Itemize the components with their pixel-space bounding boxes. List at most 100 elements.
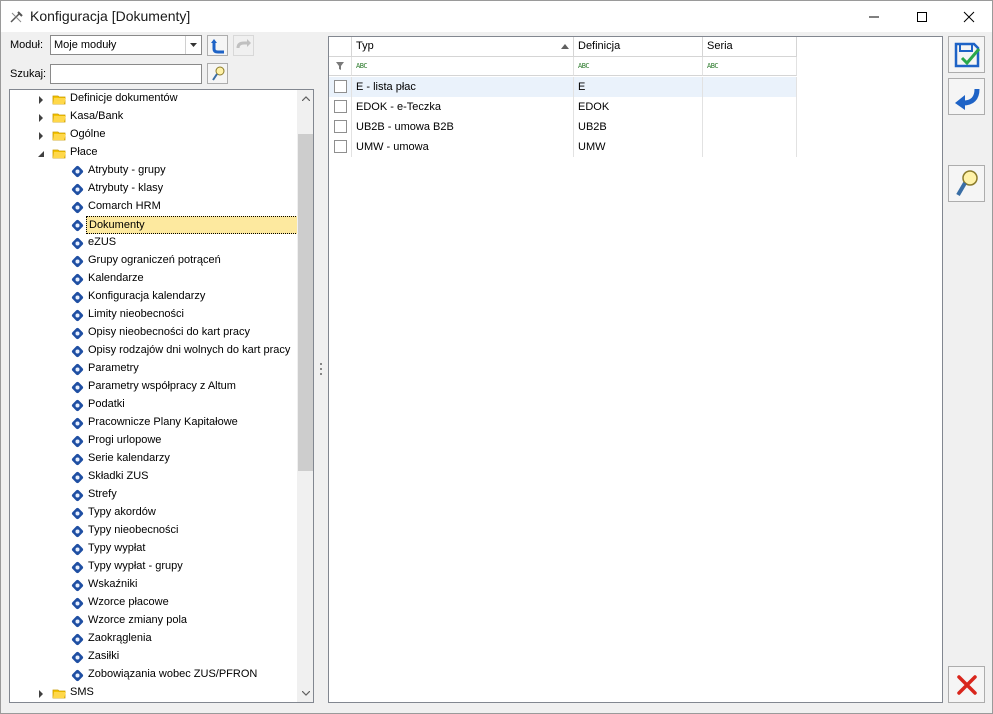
tree-item-label: Comarch HRM (88, 200, 161, 212)
collapsed-triangle-icon[interactable] (37, 689, 45, 698)
filter-cell-seria[interactable]: ABC (703, 57, 797, 76)
tree-item-label: Typy wypłat (88, 542, 146, 554)
chevron-down-icon[interactable] (185, 36, 201, 54)
row-checkbox[interactable] (334, 140, 347, 153)
configuration-tree[interactable]: Definicje dokumentów Kasa/Bank Ogólne Płace… (9, 89, 314, 703)
close-icon (963, 11, 975, 22)
module-select[interactable]: Moje moduły (50, 35, 202, 55)
filter-row-selector[interactable] (329, 57, 352, 76)
tree-item[interactable]: Grupy ograniczeń potrąceń (10, 252, 296, 270)
row-checkbox[interactable] (334, 100, 347, 113)
tree-item[interactable]: Wzorce zmiany pola (10, 612, 296, 630)
tree-item[interactable]: Typy akordów (10, 504, 296, 522)
tree-item[interactable]: Limity nieobecności (10, 306, 296, 324)
config-item-icon (70, 506, 84, 520)
tree-item-selected[interactable]: Dokumenty (10, 216, 298, 234)
tree-item[interactable]: Zasiłki (10, 648, 296, 666)
documents-grid[interactable]: Typ Definicja Seria ABC ABC ABC E - list… (328, 36, 943, 703)
maximize-button[interactable] (899, 1, 945, 32)
save-disk-check-icon (954, 42, 980, 67)
search-field[interactable] (50, 64, 202, 84)
config-item-icon-glyph (71, 633, 84, 646)
config-item-icon (70, 434, 84, 448)
search-button[interactable] (207, 63, 228, 84)
tree-item-label: SMS (70, 686, 94, 698)
close-window-button[interactable] (946, 1, 992, 32)
tree-item-label: Pracownicze Plany Kapitałowe (88, 416, 238, 428)
tree-item[interactable]: Atrybuty - grupy (10, 162, 296, 180)
config-item-icon-glyph (71, 417, 84, 430)
table-row[interactable]: UB2B - umowa B2B UB2B (329, 117, 797, 137)
title-bar[interactable]: Konfiguracja [Dokumenty] (1, 1, 992, 32)
expanded-triangle-icon[interactable] (37, 149, 45, 157)
tree-item[interactable]: Kalendarze (10, 270, 296, 288)
tree-item[interactable]: Parametry współpracy z Altum (10, 378, 296, 396)
tree-scrollbar[interactable] (297, 90, 313, 702)
tree-item[interactable]: Serie kalendarzy (10, 450, 296, 468)
config-item-icon (70, 272, 84, 286)
column-header-typ[interactable]: Typ (352, 37, 574, 57)
tree-item[interactable]: SMS (10, 684, 296, 702)
tree-item[interactable]: Ogólne (10, 126, 296, 144)
folder-icon (52, 686, 66, 700)
tree-item[interactable]: Podatki (10, 396, 296, 414)
collapsed-triangle-icon[interactable] (37, 95, 45, 104)
tree-item[interactable]: Definicje dokumentów (10, 90, 296, 108)
panel-splitter[interactable] (319, 361, 323, 377)
search-tool-button[interactable] (948, 165, 985, 202)
tree-item[interactable]: Zobowiązania wobec ZUS/PFRON (10, 666, 296, 684)
go-back-button[interactable] (207, 35, 228, 56)
tree-item[interactable]: Comarch HRM (10, 198, 296, 216)
config-item-icon (70, 398, 84, 412)
tree-item[interactable]: Kasa/Bank (10, 108, 296, 126)
tree-item[interactable]: Typy wypłat - grupy (10, 558, 296, 576)
row-checkbox[interactable] (334, 120, 347, 133)
tree-item[interactable]: Typy nieobecności (10, 522, 296, 540)
table-row[interactable]: EDOK - e-Teczka EDOK (329, 97, 797, 117)
tree-item[interactable]: Wzorce płacowe (10, 594, 296, 612)
minimize-button[interactable] (851, 1, 897, 32)
module-label: Moduł: (10, 39, 44, 51)
close-button[interactable] (948, 666, 985, 703)
column-header-definicja[interactable]: Definicja (574, 37, 703, 57)
row-checkbox[interactable] (334, 80, 347, 93)
tree-item[interactable]: Progi urlopowe (10, 432, 296, 450)
tree-item[interactable]: eZUS (10, 234, 296, 252)
tree-item[interactable]: Typy wypłat (10, 540, 296, 558)
row-checkbox-cell (329, 97, 352, 117)
collapsed-triangle-icon[interactable] (37, 113, 45, 122)
save-button[interactable] (948, 36, 985, 73)
collapsed-triangle-icon[interactable] (37, 131, 45, 140)
tree-item[interactable]: Składki ZUS (10, 468, 296, 486)
column-header-seria[interactable]: Seria (703, 37, 797, 57)
tree-item[interactable]: Atrybuty - klasy (10, 180, 296, 198)
scroll-thumb[interactable] (298, 134, 313, 471)
row-checkbox-cell (329, 117, 352, 137)
scroll-down-button[interactable] (297, 685, 313, 702)
config-item-icon-glyph (71, 219, 84, 232)
tree-item[interactable]: Konfiguracja kalendarzy (10, 288, 296, 306)
tree-item[interactable]: Opisy rodzajów dni wolnych do kart pracy (10, 342, 296, 360)
tree-item[interactable]: Opisy nieobecności do kart pracy (10, 324, 296, 342)
tree-item[interactable]: Zaokrąglenia (10, 630, 296, 648)
config-item-icon (70, 308, 84, 322)
tree-item[interactable]: Wskaźniki (10, 576, 296, 594)
tree-item[interactable]: Parametry (10, 360, 296, 378)
config-item-icon (70, 326, 84, 340)
tree-item[interactable]: Strefy (10, 486, 296, 504)
forward-button[interactable] (233, 35, 254, 56)
cell-typ: E - lista płac (352, 77, 574, 97)
search-input[interactable] (51, 65, 201, 83)
filter-cell-definicja[interactable]: ABC (574, 57, 703, 76)
tree-item[interactable]: Pracownicze Plany Kapitałowe (10, 414, 296, 432)
tree-item[interactable]: Płace (10, 144, 296, 162)
scroll-up-button[interactable] (297, 90, 313, 107)
table-row[interactable]: UMW - umowa UMW (329, 137, 797, 157)
cell-seria (703, 137, 797, 157)
table-row[interactable]: E - lista płac E (329, 77, 797, 97)
filter-cell-typ[interactable]: ABC (352, 57, 574, 76)
undo-button[interactable] (948, 78, 985, 115)
config-item-icon (70, 236, 84, 250)
config-item-icon-glyph (71, 381, 84, 394)
tree-item-label: Zobowiązania wobec ZUS/PFRON (88, 668, 258, 680)
